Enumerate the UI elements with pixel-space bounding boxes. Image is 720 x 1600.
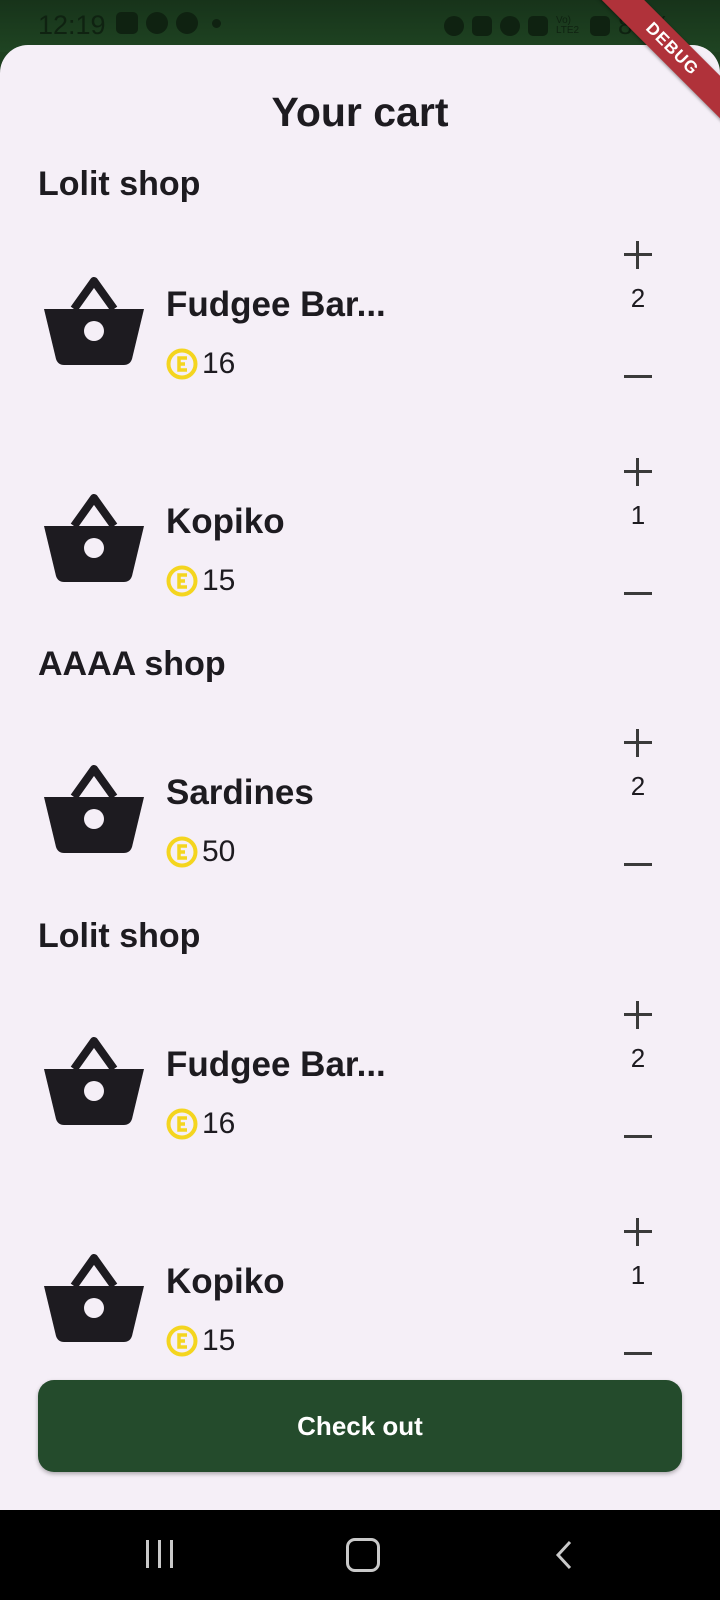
cart-item: Fudgee Bar... 16 2 — [0, 235, 720, 435]
increase-quantity-button[interactable] — [618, 995, 658, 1035]
shop-header: Lolit shop — [38, 165, 201, 203]
recent-apps-button[interactable] — [146, 1540, 176, 1570]
cart-list[interactable]: Lolit shop Fudgee Bar... 16 2 Kopiko 15 … — [0, 45, 720, 1385]
coin-icon — [166, 836, 198, 868]
quantity-value: 1 — [630, 1260, 646, 1290]
shopping-basket-icon — [44, 277, 144, 365]
coin-icon — [166, 565, 198, 597]
quantity-value: 2 — [630, 283, 646, 313]
price-value: 50 — [202, 835, 236, 868]
quantity-value: 1 — [630, 500, 646, 530]
increase-quantity-button[interactable] — [618, 723, 658, 763]
back-button[interactable] — [550, 1540, 580, 1570]
item-name: Sardines — [166, 773, 314, 812]
quantity-value: 2 — [630, 771, 646, 801]
decrease-quantity-button[interactable] — [618, 574, 658, 614]
system-nav-bar — [0, 1510, 720, 1600]
home-button[interactable] — [346, 1538, 380, 1572]
item-name: Kopiko — [166, 502, 285, 541]
price-value: 15 — [202, 1324, 236, 1357]
checkout-button[interactable]: Check out — [38, 1380, 682, 1472]
wifi-icon — [499, 15, 520, 36]
signal-icon — [589, 15, 610, 36]
cart-item: Sardines 50 2 — [0, 723, 720, 923]
decrease-quantity-button[interactable] — [618, 1334, 658, 1374]
item-name: Kopiko — [166, 1262, 285, 1301]
alarm-icon — [443, 15, 464, 36]
item-name: Fudgee Bar... — [166, 1045, 386, 1084]
mute-icon — [471, 15, 492, 36]
signal-icon — [527, 15, 548, 36]
decrease-quantity-button[interactable] — [618, 1117, 658, 1157]
cart-item: Kopiko 15 1 — [0, 452, 720, 652]
price-value: 16 — [202, 347, 236, 380]
increase-quantity-button[interactable] — [618, 452, 658, 492]
item-price: 50 — [166, 835, 235, 869]
item-price: 15 — [166, 564, 235, 598]
shopping-basket-icon — [44, 494, 144, 582]
increase-quantity-button[interactable] — [618, 1212, 658, 1252]
quantity-value: 2 — [630, 1043, 646, 1073]
gallery-icon — [116, 12, 138, 34]
cart-item: Kopiko 15 1 — [0, 1212, 720, 1385]
price-value: 15 — [202, 564, 236, 597]
shopping-basket-icon — [44, 1037, 144, 1125]
item-price: 16 — [166, 1107, 235, 1141]
cart-sheet: Your cart Lolit shop Fudgee Bar... 16 2 — [0, 45, 720, 1510]
shop-header: Lolit shop — [38, 917, 201, 955]
increase-quantity-button[interactable] — [618, 235, 658, 275]
messenger-icon — [146, 12, 168, 34]
decrease-quantity-button[interactable] — [618, 845, 658, 885]
coin-icon — [166, 348, 198, 380]
shop-header: AAAA shop — [38, 645, 226, 683]
price-value: 16 — [202, 1107, 236, 1140]
messenger-icon — [176, 12, 198, 34]
cart-item: Fudgee Bar... 16 2 — [0, 995, 720, 1195]
notification-icons — [116, 12, 221, 34]
coin-icon — [166, 1325, 198, 1357]
network-label: Vo) LTE2 — [555, 14, 580, 36]
decrease-quantity-button[interactable] — [618, 357, 658, 397]
item-name: Fudgee Bar... — [166, 285, 386, 324]
shopping-basket-icon — [44, 765, 144, 853]
shopping-basket-icon — [44, 1254, 144, 1342]
more-notifications-icon — [212, 18, 221, 28]
item-price: 15 — [166, 1324, 235, 1358]
coin-icon — [166, 1108, 198, 1140]
item-price: 16 — [166, 347, 235, 381]
status-time: 12:19 — [38, 10, 106, 40]
